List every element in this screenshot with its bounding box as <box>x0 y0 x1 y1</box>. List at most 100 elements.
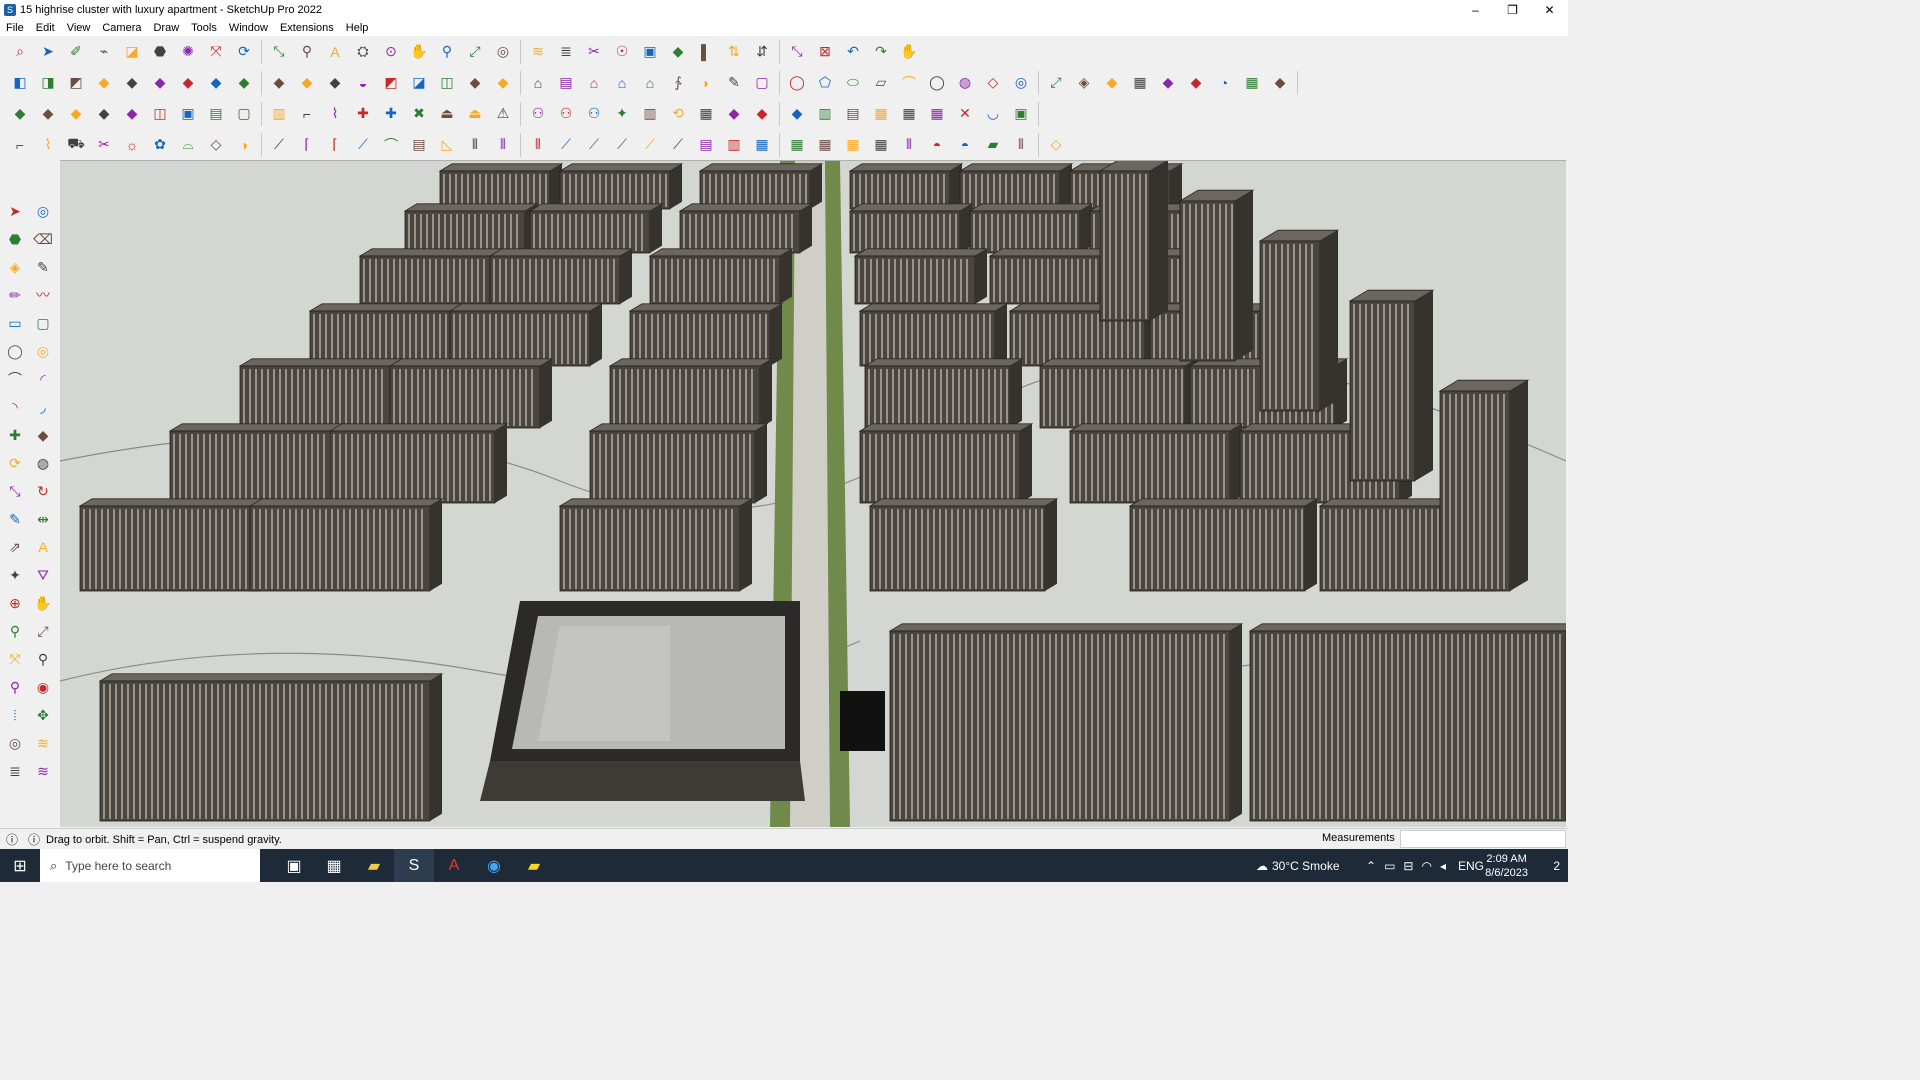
toolbar-tool-icon[interactable]: ▦ <box>842 134 864 156</box>
toolbar-tool-icon[interactable]: ⟋ <box>352 134 374 156</box>
left-tool-icon[interactable]: ⤧ <box>4 648 26 670</box>
toolbar-tool-icon[interactable]: ⚲ <box>296 41 318 63</box>
toolbar-tool-icon[interactable]: ◆ <box>723 103 745 125</box>
toolbar-tool-icon[interactable]: ⬭ <box>842 72 864 94</box>
toolbar-tool-icon[interactable]: ✚ <box>380 103 402 125</box>
toolbar-tool-icon[interactable]: ◑ <box>233 134 255 156</box>
toolbar-tool-icon[interactable]: ⟳ <box>233 41 255 63</box>
minimize-button[interactable]: – <box>1457 0 1494 19</box>
toolbar-tool-icon[interactable]: ▦ <box>870 134 892 156</box>
toolbar-tool-icon[interactable]: ≋ <box>527 41 549 63</box>
toolbar-tool-icon[interactable]: ⬠ <box>814 72 836 94</box>
toolbar-tool-icon[interactable]: ◪ <box>408 72 430 94</box>
toolbar-tool-icon[interactable]: ◩ <box>65 72 87 94</box>
toolbar-tool-icon[interactable]: ▦ <box>898 103 920 125</box>
left-tool-icon[interactable]: ✦ <box>4 564 26 586</box>
toolbar-tool-icon[interactable]: ◆ <box>464 72 486 94</box>
toolbar-tool-icon[interactable]: ⌇ <box>37 134 59 156</box>
left-tool-icon[interactable]: ◝ <box>4 396 26 418</box>
left-tool-icon[interactable]: ◜ <box>32 368 54 390</box>
left-tool-icon[interactable]: ≋ <box>32 760 54 782</box>
toolbar-tool-icon[interactable]: ⌐ <box>296 103 318 125</box>
toolbar-tool-icon[interactable]: ▣ <box>639 41 661 63</box>
start-button[interactable]: ⊞ <box>0 849 40 882</box>
toolbar-tool-icon[interactable]: ⌈ <box>324 134 346 156</box>
toolbar-tool-icon[interactable]: ⦀ <box>492 134 514 156</box>
toolbar-tool-icon[interactable]: ◗ <box>695 72 717 94</box>
calculator-app-icon[interactable]: ▦ <box>314 849 354 882</box>
toolbar-tool-icon[interactable]: ◔ <box>1213 72 1235 94</box>
toolbar-tool-icon[interactable]: ✂ <box>583 41 605 63</box>
toolbar-tool-icon[interactable]: ⦀ <box>527 134 549 156</box>
menu-tools[interactable]: Tools <box>185 22 223 34</box>
left-tool-icon[interactable]: ◈ <box>4 256 26 278</box>
toolbar-tool-icon[interactable]: ▱ <box>870 72 892 94</box>
toolbar-tool-icon[interactable]: ⟋ <box>611 134 633 156</box>
toolbar-tool-icon[interactable]: ✺ <box>177 41 199 63</box>
toolbar-tool-icon[interactable]: ↷ <box>870 41 892 63</box>
toolbar-tool-icon[interactable]: ◆ <box>1101 72 1123 94</box>
toolbar-tool-icon[interactable]: ⟋ <box>268 134 290 156</box>
left-tool-icon[interactable]: ▢ <box>32 312 54 334</box>
left-tool-icon[interactable]: ⚲ <box>4 676 26 698</box>
toolbar-tool-icon[interactable]: ⤢ <box>1045 72 1067 94</box>
left-tool-icon[interactable]: ✎ <box>4 508 26 530</box>
toolbar-tool-icon[interactable]: ◆ <box>65 103 87 125</box>
toolbar-tool-icon[interactable]: ▣ <box>177 103 199 125</box>
toolbar-tool-icon[interactable]: ▢ <box>233 103 255 125</box>
left-tool-icon[interactable]: ⚲ <box>32 648 54 670</box>
toolbar-tool-icon[interactable]: ✋ <box>408 41 430 63</box>
toolbar-tool-icon[interactable]: ✿ <box>149 134 171 156</box>
toolbar-tool-icon[interactable]: ▤ <box>408 134 430 156</box>
file-explorer-icon[interactable]: ▰ <box>354 849 394 882</box>
toolbar-tool-icon[interactable]: ◆ <box>149 72 171 94</box>
toolbar-tool-icon[interactable]: ⚇ <box>583 103 605 125</box>
taskbar-search[interactable]: ⌕ Type here to search <box>40 849 260 882</box>
left-tool-icon[interactable]: ⟳ <box>4 452 26 474</box>
toolbar-tool-icon[interactable]: ◆ <box>296 72 318 94</box>
toolbar-tool-icon[interactable]: ✖ <box>408 103 430 125</box>
language-indicator[interactable]: ENG <box>1458 859 1484 873</box>
toolbar-tool-icon[interactable]: ⏏ <box>436 103 458 125</box>
toolbar-tool-icon[interactable]: ◡ <box>982 103 1004 125</box>
toolbar-tool-icon[interactable]: ⌂ <box>527 72 549 94</box>
toolbar-tool-icon[interactable]: ⌒ <box>380 134 402 156</box>
toolbar-tool-icon[interactable]: ▦ <box>1129 72 1151 94</box>
left-tool-icon[interactable]: ◎ <box>32 340 54 362</box>
toolbar-tool-icon[interactable]: ▦ <box>814 134 836 156</box>
task-view-icon[interactable]: ▣ <box>274 849 314 882</box>
toolbar-tool-icon[interactable]: ▥ <box>268 103 290 125</box>
toolbar-tool-icon[interactable]: ◆ <box>1269 72 1291 94</box>
toolbar-tool-icon[interactable]: ◆ <box>268 72 290 94</box>
toolbar-tool-icon[interactable]: ◨ <box>37 72 59 94</box>
left-tool-icon[interactable]: ⤢ <box>32 620 54 642</box>
toolbar-tool-icon[interactable]: ✚ <box>352 103 374 125</box>
toolbar-tool-icon[interactable]: ⤡ <box>786 41 808 63</box>
toolbar-tool-icon[interactable]: ⌂ <box>583 72 605 94</box>
sketchup-taskbar-icon[interactable]: S <box>394 849 434 882</box>
toolbar-tool-icon[interactable]: ◪ <box>121 41 143 63</box>
left-tool-icon[interactable]: ◉ <box>32 676 54 698</box>
toolbar-tool-icon[interactable]: ⤢ <box>464 41 486 63</box>
left-tool-icon[interactable]: A <box>32 536 54 558</box>
left-tool-icon[interactable]: ↻ <box>32 480 54 502</box>
measurements-input[interactable] <box>1400 830 1566 848</box>
restore-button[interactable]: ❐ <box>1494 0 1531 19</box>
toolbar-tool-icon[interactable]: ◩ <box>380 72 402 94</box>
left-tool-icon[interactable]: ⇹ <box>32 508 54 530</box>
toolbar-tool-icon[interactable]: ⌇ <box>324 103 346 125</box>
toolbar-tool-icon[interactable]: ◍ <box>954 72 976 94</box>
left-tool-icon[interactable]: ✚ <box>4 424 26 446</box>
left-tool-icon[interactable]: ≣ <box>4 760 26 782</box>
volume-icon[interactable]: ◂ <box>1440 859 1446 873</box>
left-tool-icon[interactable]: ◎ <box>4 732 26 754</box>
toolbar-tool-icon[interactable]: ▦ <box>695 103 717 125</box>
toolbar-tool-icon[interactable]: ✂ <box>93 134 115 156</box>
toolbar-tool-icon[interactable]: ◯ <box>786 72 808 94</box>
toolbar-tool-icon[interactable]: ⇵ <box>751 41 773 63</box>
left-tool-icon[interactable]: ⌒ <box>4 368 26 390</box>
toolbar-tool-icon[interactable]: ⌒ <box>898 72 920 94</box>
close-button[interactable]: ✕ <box>1531 0 1568 19</box>
toolbar-tool-icon[interactable]: ⚠ <box>492 103 514 125</box>
left-tool-icon[interactable]: ◞ <box>32 396 54 418</box>
